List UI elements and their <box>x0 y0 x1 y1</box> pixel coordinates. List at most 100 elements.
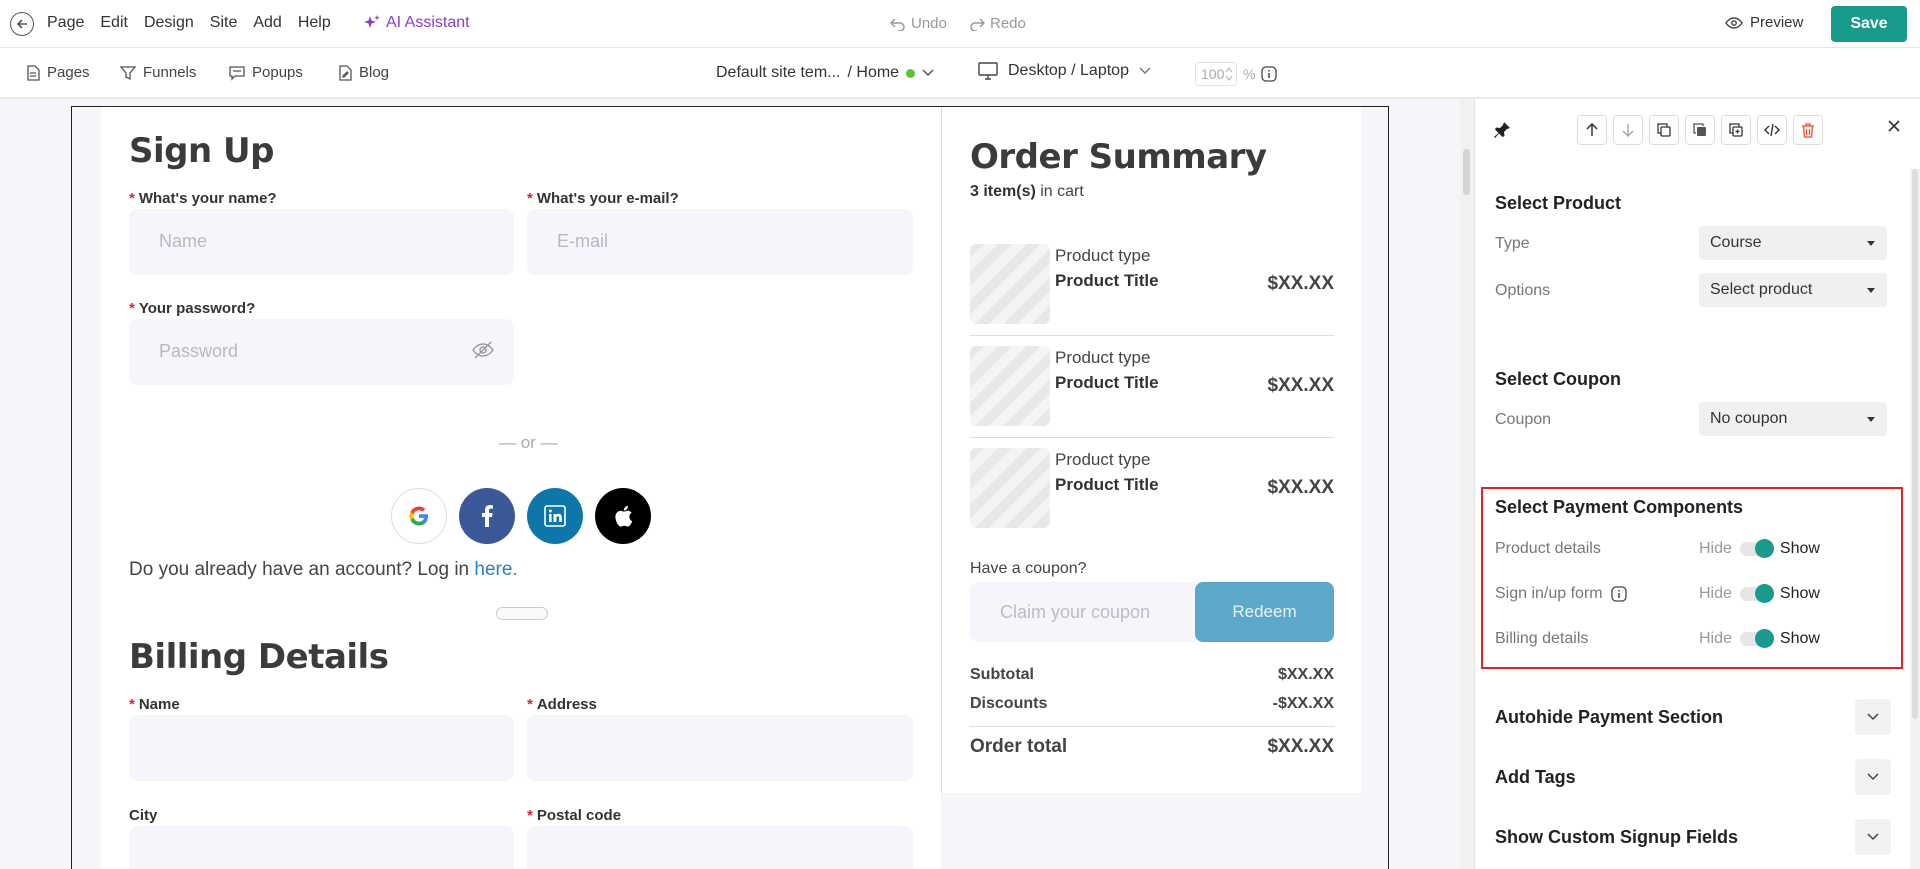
redo-icon <box>970 17 985 31</box>
cart-count-suffix: in cart <box>1035 183 1084 200</box>
tab-popups[interactable]: Popups <box>229 64 303 81</box>
menu-site[interactable]: Site <box>210 14 238 32</box>
toggle-switch[interactable] <box>1739 629 1774 648</box>
billing-name-field[interactable] <box>129 715 514 781</box>
menu-help[interactable]: Help <box>298 14 331 32</box>
linkedin-login-button[interactable] <box>527 488 583 544</box>
cart-count: 3 item(s) in cart <box>970 183 1084 201</box>
undo-button[interactable]: Undo <box>890 15 947 32</box>
signup-card: Sign Up * What's your name? Name * What's … <box>101 107 941 869</box>
chevron-down-icon <box>1867 773 1879 781</box>
google-login-button[interactable] <box>391 488 447 544</box>
email-field[interactable]: E-mail <box>527 209 913 275</box>
move-up-button[interactable] <box>1577 115 1607 145</box>
postal-field[interactable] <box>527 826 913 869</box>
address-field[interactable] <box>527 715 913 781</box>
login-here-link[interactable]: here. <box>474 559 517 580</box>
toggle-hide-label: Hide <box>1699 630 1732 647</box>
copy-style-button[interactable] <box>1685 115 1715 145</box>
billing-details-label: Billing details <box>1495 630 1589 647</box>
close-icon[interactable] <box>1887 119 1901 133</box>
order-total-row: Order total $XX.XX <box>970 736 1334 758</box>
save-block-button[interactable] <box>1721 115 1751 145</box>
preview-button[interactable]: Preview <box>1725 14 1803 31</box>
resize-handle[interactable] <box>496 607 548 620</box>
product-price: $XX.XX <box>1267 273 1334 294</box>
toggle-show-label: Show <box>1779 540 1820 557</box>
tab-pages[interactable]: Pages <box>26 64 90 81</box>
menu-edit[interactable]: Edit <box>100 14 128 32</box>
product-details-toggle[interactable]: Hide Show <box>1699 539 1820 558</box>
password-field[interactable]: Password <box>129 319 514 385</box>
editor-canvas: Sign Up * What's your name? Name * What's … <box>0 99 1460 869</box>
move-down-button[interactable] <box>1613 115 1643 145</box>
toggle-switch[interactable] <box>1739 584 1774 603</box>
type-select[interactable]: Course <box>1699 226 1887 260</box>
apple-login-button[interactable] <box>595 488 651 544</box>
cart-product: Product type Product Title $XX.XX <box>970 336 1334 438</box>
options-select[interactable]: Select product <box>1699 273 1887 307</box>
scrollbar-thumb[interactable] <box>1912 169 1918 719</box>
info-icon[interactable] <box>1610 586 1627 602</box>
email-label-text: What's your e-mail? <box>536 190 679 207</box>
payment-components-title: Select Payment Components <box>1495 497 1744 517</box>
chevron-down-icon <box>1867 833 1879 841</box>
autohide-payment-title[interactable]: Autohide Payment Section <box>1495 707 1723 728</box>
address-label: * Address <box>527 696 597 713</box>
eye-slash-icon[interactable] <box>472 341 494 359</box>
redeem-button[interactable]: Redeem <box>1195 582 1334 642</box>
linkedin-icon <box>544 505 566 527</box>
billing-name-label: * Name <box>129 696 180 713</box>
back-arrow-icon[interactable] <box>10 12 34 36</box>
toggle-switch[interactable] <box>1739 539 1774 558</box>
facebook-login-button[interactable] <box>459 488 515 544</box>
toggle-knob <box>1754 584 1774 603</box>
coupon-select-value: No coupon <box>1710 410 1788 427</box>
product-price: $XX.XX <box>1267 375 1334 396</box>
stepper-icon[interactable] <box>1225 66 1233 82</box>
address-label-text: Address <box>536 696 597 713</box>
delete-button[interactable] <box>1793 115 1823 145</box>
cart-product: Product type Product Title $XX.XX <box>970 234 1334 336</box>
save-button[interactable]: Save <box>1831 6 1907 42</box>
billing-details-toggle[interactable]: Hide Show <box>1699 629 1820 648</box>
coupon-input[interactable]: Claim your coupon <box>970 582 1195 642</box>
city-field[interactable] <box>129 826 514 869</box>
secondary-toolbar: Pages Funnels Popups Blog Default site t… <box>0 48 1920 98</box>
site-page-selector[interactable]: Default site tem... / Home <box>716 64 934 82</box>
add-tags-title[interactable]: Add Tags <box>1495 767 1576 788</box>
zoom-control: 100 % <box>1195 62 1278 86</box>
custom-fields-expand-button[interactable] <box>1855 819 1891 855</box>
coupon-select[interactable]: No coupon <box>1699 402 1887 436</box>
zoom-input[interactable]: 100 <box>1195 62 1237 86</box>
autohide-expand-button[interactable] <box>1855 699 1891 735</box>
menu-add[interactable]: Add <box>253 14 281 32</box>
tab-blog[interactable]: Blog <box>338 64 389 81</box>
billing-title: Billing Details <box>129 637 389 677</box>
toggle-hide-label: Hide <box>1699 585 1732 602</box>
custom-signup-fields-title[interactable]: Show Custom Signup Fields <box>1495 827 1738 848</box>
redo-button[interactable]: Redo <box>969 15 1026 32</box>
duplicate-button[interactable] <box>1649 115 1679 145</box>
discounts-label: Discounts <box>970 695 1048 712</box>
info-icon[interactable] <box>1261 66 1278 82</box>
scrollbar-thumb[interactable] <box>1463 149 1470 195</box>
canvas-scrollbar[interactable] <box>1460 99 1474 869</box>
ai-assistant-button[interactable]: AI Assistant <box>364 14 470 32</box>
email-label: * What's your e-mail? <box>527 190 679 207</box>
cart-count-bold: 3 item(s) <box>970 183 1036 200</box>
menu-page[interactable]: Page <box>47 14 84 32</box>
tab-funnels[interactable]: Funnels <box>120 64 196 81</box>
signin-form-toggle[interactable]: Hide Show <box>1699 584 1820 603</box>
pin-icon[interactable] <box>1493 121 1511 139</box>
device-selector[interactable]: Desktop / Laptop <box>978 62 1151 80</box>
product-image-placeholder <box>970 448 1050 528</box>
options-select-value: Select product <box>1710 281 1813 298</box>
panel-scrollbar[interactable] <box>1910 169 1920 869</box>
code-button[interactable] <box>1757 115 1787 145</box>
menu-design[interactable]: Design <box>144 14 194 32</box>
selected-section-frame[interactable]: Sign Up * What's your name? Name * What's … <box>71 106 1389 869</box>
device-label: Desktop / Laptop <box>1008 62 1129 79</box>
name-field[interactable]: Name <box>129 209 514 275</box>
add-tags-expand-button[interactable] <box>1855 759 1891 795</box>
